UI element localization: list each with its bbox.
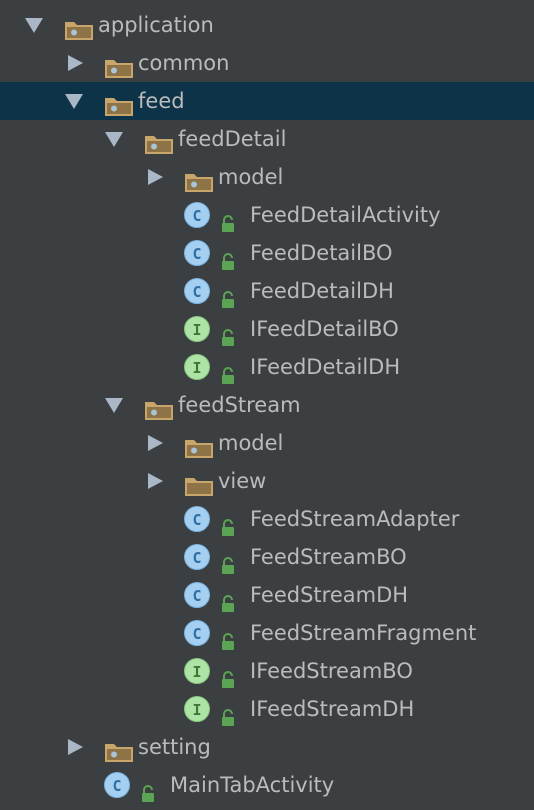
tree-node-IFeedDetailBO[interactable]: I IFeedDetailBO <box>0 310 534 348</box>
expand-arrow-down-icon[interactable] <box>64 82 84 120</box>
tree-node-IFeedDetailDH[interactable]: I IFeedDetailDH <box>0 348 534 386</box>
package-folder-icon <box>144 129 174 154</box>
lock-icon <box>220 511 236 536</box>
expand-arrow-right-icon[interactable] <box>66 728 86 766</box>
tree-node-FeedDetailActivity[interactable]: C FeedDetailActivity <box>0 196 534 234</box>
interface-icon: I <box>184 354 210 380</box>
tree-node-label: FeedStreamFragment <box>250 621 477 645</box>
lock-icon <box>220 321 236 346</box>
tree-node-label: feedDetail <box>178 127 287 151</box>
tree-node-FeedDetailBO[interactable]: C FeedDetailBO <box>0 234 534 272</box>
tree-node-label: view <box>218 469 267 493</box>
expand-arrow-down-icon[interactable] <box>104 386 124 424</box>
tree-node-application[interactable]: application <box>0 6 534 44</box>
project-tree: application common feed feedDetail model… <box>0 0 534 810</box>
class-icon: C <box>184 278 210 304</box>
lock-icon <box>220 207 236 232</box>
interface-icon: I <box>184 658 210 684</box>
lock-icon <box>220 701 236 726</box>
class-icon: C <box>184 506 210 532</box>
tree-node-IFeedStreamDH[interactable]: I IFeedStreamDH <box>0 690 534 728</box>
lock-icon <box>220 587 236 612</box>
tree-node-MainTabActivity[interactable]: C MainTabActivity <box>0 766 534 804</box>
tree-node-label: FeedStreamDH <box>250 583 409 607</box>
class-icon: C <box>184 544 210 570</box>
package-folder-icon <box>104 737 134 762</box>
tree-node-label: FeedDetailDH <box>250 279 394 303</box>
tree-node-feedDetail[interactable]: feedDetail <box>0 120 534 158</box>
tree-node-label: application <box>98 13 214 37</box>
expand-arrow-right-icon[interactable] <box>146 158 166 196</box>
class-icon: C <box>184 202 210 228</box>
tree-node-label: FeedStreamBO <box>250 545 407 569</box>
expand-arrow-right-icon[interactable] <box>146 462 166 500</box>
tree-node-feedStream-view[interactable]: view <box>0 462 534 500</box>
lock-icon <box>140 777 156 802</box>
tree-node-label: IFeedDetailBO <box>250 317 399 341</box>
tree-node-label: IFeedDetailDH <box>250 355 401 379</box>
class-icon: C <box>184 620 210 646</box>
tree-node-label: feed <box>138 89 185 113</box>
tree-node-feedStream-model[interactable]: model <box>0 424 534 462</box>
class-icon: C <box>184 582 210 608</box>
tree-node-common[interactable]: common <box>0 44 534 82</box>
expand-arrow-right-icon[interactable] <box>146 424 166 462</box>
class-icon: C <box>104 772 130 798</box>
package-folder-icon <box>184 167 214 192</box>
lock-icon <box>220 549 236 574</box>
lock-icon <box>220 245 236 270</box>
tree-node-setting[interactable]: setting <box>0 728 534 766</box>
package-folder-icon <box>104 53 134 78</box>
tree-node-feed[interactable]: feed <box>0 82 534 120</box>
package-folder-icon <box>144 395 174 420</box>
expand-arrow-right-icon[interactable] <box>66 44 86 82</box>
folder-icon <box>184 471 214 496</box>
class-icon: C <box>184 240 210 266</box>
tree-node-IFeedStreamBO[interactable]: I IFeedStreamBO <box>0 652 534 690</box>
tree-node-label: FeedDetailActivity <box>250 203 441 227</box>
lock-icon <box>220 663 236 688</box>
expand-arrow-down-icon[interactable] <box>104 120 124 158</box>
lock-icon <box>220 283 236 308</box>
interface-icon: I <box>184 696 210 722</box>
tree-node-FeedStreamBO[interactable]: C FeedStreamBO <box>0 538 534 576</box>
tree-node-FeedDetailDH[interactable]: C FeedDetailDH <box>0 272 534 310</box>
tree-node-FeedStreamDH[interactable]: C FeedStreamDH <box>0 576 534 614</box>
tree-node-FeedStreamFragment[interactable]: C FeedStreamFragment <box>0 614 534 652</box>
package-folder-icon <box>104 91 134 116</box>
tree-node-label: IFeedStreamBO <box>250 659 413 683</box>
lock-icon <box>220 359 236 384</box>
tree-node-label: model <box>218 165 284 189</box>
tree-node-label: common <box>138 51 230 75</box>
tree-node-label: FeedStreamAdapter <box>250 507 460 531</box>
expand-arrow-down-icon[interactable] <box>24 6 44 44</box>
tree-node-feedStream[interactable]: feedStream <box>0 386 534 424</box>
package-folder-icon <box>64 15 94 40</box>
tree-node-label: IFeedStreamDH <box>250 697 415 721</box>
tree-node-label: setting <box>138 735 211 759</box>
tree-node-FeedStreamAdapter[interactable]: C FeedStreamAdapter <box>0 500 534 538</box>
tree-node-label: FeedDetailBO <box>250 241 393 265</box>
tree-node-label: feedStream <box>178 393 301 417</box>
package-folder-icon <box>184 433 214 458</box>
tree-node-label: MainTabActivity <box>170 773 335 797</box>
lock-icon <box>220 625 236 650</box>
tree-node-feedDetail-model[interactable]: model <box>0 158 534 196</box>
interface-icon: I <box>184 316 210 342</box>
tree-node-label: model <box>218 431 284 455</box>
